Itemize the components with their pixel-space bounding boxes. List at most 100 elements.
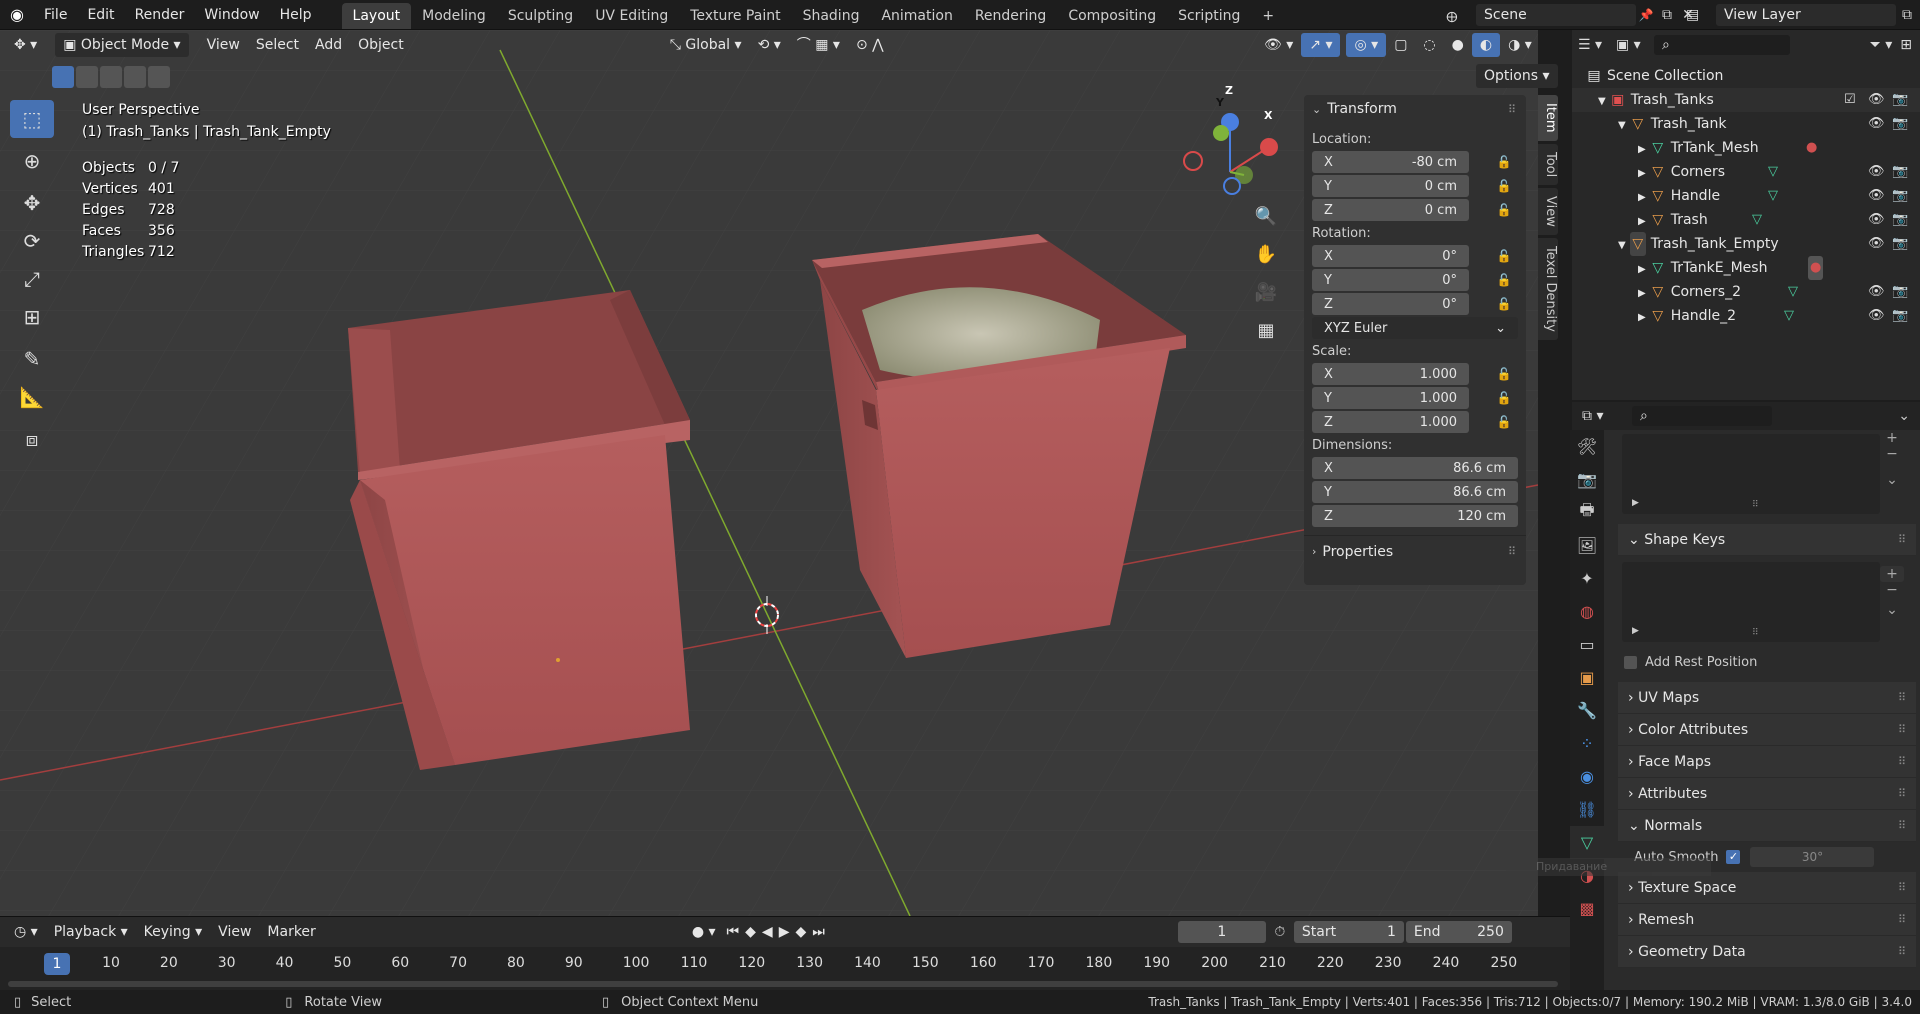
tab-compositing[interactable]: Compositing xyxy=(1057,3,1167,29)
dimensions-z-field[interactable]: Z 120 cm xyxy=(1312,505,1518,527)
tab-view[interactable]: View xyxy=(1538,187,1558,235)
remove-icon[interactable]: − xyxy=(1880,582,1904,598)
outliner-row-handle-2[interactable]: ▶ ▽ Handle_2 ▽ 👁 📷 xyxy=(1572,304,1920,328)
add-rest-position-row[interactable]: Add Rest Position xyxy=(1614,648,1920,676)
tab-tool[interactable]: Tool xyxy=(1538,143,1558,185)
scale-x-field[interactable]: X 1.000 xyxy=(1312,363,1469,385)
expand-icon[interactable]: ▶ xyxy=(1638,216,1646,227)
modifier-icon[interactable]: 🔧 xyxy=(1570,694,1604,727)
menu-marker[interactable]: Marker xyxy=(259,920,323,944)
checkbox-icon[interactable]: ☑ xyxy=(1844,88,1856,112)
move-tool-icon[interactable]: ✥ xyxy=(10,184,54,222)
drag-grip-icon[interactable]: ⠿ xyxy=(1898,872,1906,904)
lock-icon[interactable]: 🔓 xyxy=(1493,155,1515,169)
scene-field[interactable]: Scene xyxy=(1476,4,1636,26)
xray-icon[interactable]: ▢ xyxy=(1386,33,1415,57)
location-y-field[interactable]: Y 0 cm xyxy=(1312,175,1469,197)
object-icon[interactable]: ▣ xyxy=(1570,661,1604,694)
drag-grip-icon[interactable]: ⠿ xyxy=(1898,936,1906,968)
tab-sculpting[interactable]: Sculpting xyxy=(497,3,584,29)
lock-icon[interactable]: 🔓 xyxy=(1493,273,1515,287)
scene-tab-icon[interactable]: ✦ xyxy=(1570,562,1604,595)
lock-icon[interactable]: 🔓 xyxy=(1493,179,1515,193)
add-icon[interactable]: + xyxy=(1880,430,1904,446)
lock-icon[interactable]: 🔓 xyxy=(1493,203,1515,217)
resize-grip-icon[interactable]: ⠿ xyxy=(1752,628,1759,638)
rotate-tool-icon[interactable]: ⟳ xyxy=(10,222,54,260)
timeline-scrollbar[interactable] xyxy=(8,981,1558,987)
editor-type-button[interactable]: ✥ ▾ xyxy=(6,33,45,57)
dimensions-x-field[interactable]: X 86.6 cm xyxy=(1312,457,1518,479)
outliner-row-trtank-mesh[interactable]: ▶ ▽ TrTank_Mesh ● xyxy=(1572,136,1920,160)
outliner-row-trash-tank[interactable]: ▼ ▽ Trash_Tank 👁 📷 xyxy=(1572,112,1920,136)
camera-icon[interactable]: 📷 xyxy=(1892,208,1908,232)
expand-icon[interactable]: ▶ xyxy=(1638,288,1646,299)
outliner-row-corners-2[interactable]: ▶ ▽ Corners_2 ▽ 👁 📷 xyxy=(1572,280,1920,304)
tab-texel-density[interactable]: Texel Density xyxy=(1538,237,1558,340)
geometry-data-header[interactable]: › Geometry Data ⠿ xyxy=(1618,936,1916,968)
remesh-header[interactable]: › Remesh ⠿ xyxy=(1618,904,1916,936)
snap-icon[interactable]: ⌒ ▦ ▾ xyxy=(789,33,848,57)
start-frame-field[interactable]: Start 1 xyxy=(1293,921,1404,943)
color-attributes-header[interactable]: › Color Attributes ⠿ xyxy=(1618,714,1916,746)
render-icon[interactable]: 📷 xyxy=(1570,463,1604,496)
select-subtract-icon[interactable] xyxy=(100,66,122,88)
mode-dropdown[interactable]: ▣ Object Mode ▾ xyxy=(55,33,189,57)
eye-icon[interactable]: 👁 xyxy=(1868,88,1885,112)
menu-view[interactable]: View xyxy=(199,33,248,57)
camera-icon[interactable]: 📷 xyxy=(1892,88,1908,112)
menu-add[interactable]: Add xyxy=(307,33,350,57)
prev-keyframe-icon[interactable]: ◆ xyxy=(742,920,759,944)
properties-search-input[interactable]: ⌕ xyxy=(1632,406,1772,426)
lock-icon[interactable]: 🔓 xyxy=(1493,391,1515,405)
rotation-z-field[interactable]: Z 0° xyxy=(1312,293,1469,315)
options-dropdown[interactable]: Options ▾ xyxy=(1476,64,1558,88)
visibility-icon[interactable]: 👁 ▾ xyxy=(1256,33,1301,57)
outliner-row-scene-collection[interactable]: ▤ Scene Collection xyxy=(1572,64,1920,88)
shape-keys-list[interactable]: ▶ ⠿ xyxy=(1622,562,1880,642)
view-layer-field[interactable]: View Layer xyxy=(1716,4,1896,26)
transform-tool-icon[interactable]: ⊞ xyxy=(10,298,54,336)
drag-grip-icon[interactable]: ⠿ xyxy=(1898,904,1906,936)
tab-shading[interactable]: Shading xyxy=(792,3,871,29)
outliner-search-input[interactable]: ⌕ xyxy=(1654,35,1790,55)
expand-icon[interactable]: ▶ xyxy=(1638,192,1646,203)
camera-icon[interactable]: 📷 xyxy=(1892,184,1908,208)
scale-y-field[interactable]: Y 1.000 xyxy=(1312,387,1469,409)
outliner-row-handle[interactable]: ▶ ▽ Handle ▽ 👁 📷 xyxy=(1572,184,1920,208)
expand-icon[interactable]: ▶ xyxy=(1632,626,1639,636)
transform-orientation-dropdown[interactable]: ⤡ Global ▾ xyxy=(662,33,750,57)
dimensions-y-field[interactable]: Y 86.6 cm xyxy=(1312,481,1518,503)
drag-grip-icon[interactable]: ⠿ xyxy=(1508,545,1516,558)
gizmo-toggle-icon[interactable]: ↗ ▾ xyxy=(1301,33,1341,57)
texture-icon[interactable]: ▩ xyxy=(1570,892,1604,925)
expand-icon[interactable]: ▶ xyxy=(1638,144,1646,155)
pin-icon[interactable]: 📌 xyxy=(1636,8,1656,22)
rotation-x-field[interactable]: X 0° xyxy=(1312,245,1469,267)
tool-settings-icon[interactable]: 🛠 xyxy=(1570,430,1604,463)
scale-z-field[interactable]: Z 1.000 xyxy=(1312,411,1469,433)
chevron-down-icon[interactable]: ⌄ xyxy=(1880,602,1904,618)
tab-animation[interactable]: Animation xyxy=(870,3,963,29)
shape-keys-list-top[interactable]: ▶ ⠿ xyxy=(1622,434,1880,514)
menu-edit[interactable]: Edit xyxy=(77,0,124,30)
tab-modeling[interactable]: Modeling xyxy=(411,3,497,29)
add-workspace-button[interactable]: + xyxy=(1251,3,1285,29)
particles-icon[interactable]: ⁘ xyxy=(1570,727,1604,760)
lock-icon[interactable]: 🔓 xyxy=(1493,367,1515,381)
menu-file[interactable]: File xyxy=(34,0,77,30)
drag-grip-icon[interactable]: ⠿ xyxy=(1898,682,1906,714)
texture-space-header[interactable]: › Texture Space ⠿ xyxy=(1618,872,1916,904)
tab-layout[interactable]: Layout xyxy=(341,2,412,29)
add-icon[interactable]: + xyxy=(1880,566,1904,582)
uv-maps-header[interactable]: › UV Maps ⠿ xyxy=(1618,682,1916,714)
display-mode-icon[interactable]: ▣ ▾ xyxy=(1616,37,1654,53)
remove-icon[interactable]: − xyxy=(1880,446,1904,462)
normals-header[interactable]: ⌄ Normals ⠿ xyxy=(1618,810,1916,842)
chevron-down-icon[interactable]: ⌄ xyxy=(1880,472,1904,488)
stopwatch-icon[interactable]: ⏱ xyxy=(1266,924,1294,940)
new-collection-icon[interactable]: ⊞ xyxy=(1900,37,1912,53)
camera-icon[interactable]: 📷 xyxy=(1892,280,1908,304)
eye-icon[interactable]: 👁 xyxy=(1868,280,1885,304)
camera-icon[interactable]: 📷 xyxy=(1892,112,1908,136)
